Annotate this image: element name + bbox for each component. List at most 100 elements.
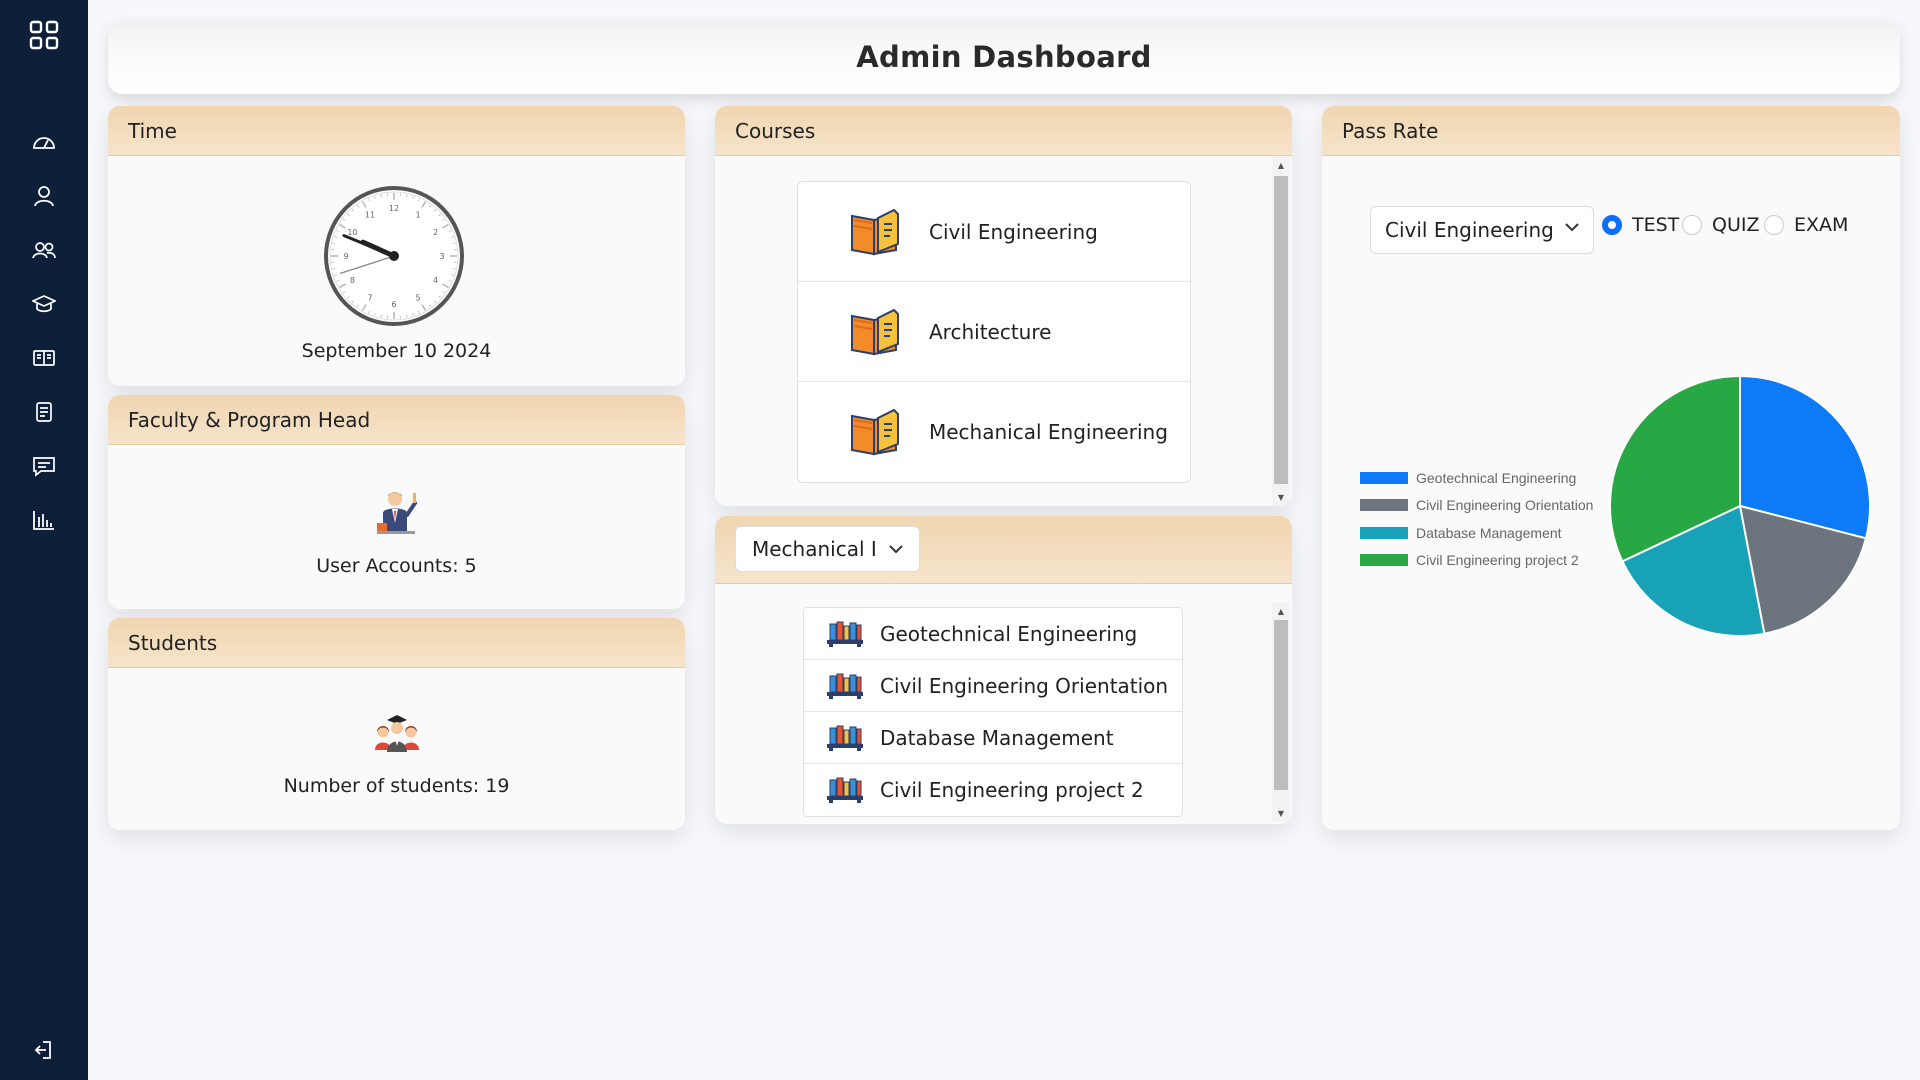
legend-item[interactable]: Civil Engineering project 2: [1360, 547, 1593, 575]
subject-item[interactable]: Civil Engineering Orientation: [804, 660, 1182, 712]
course-item[interactable]: Civil Engineering: [798, 182, 1190, 282]
legend-item[interactable]: Database Management: [1360, 519, 1593, 547]
book-icon: [851, 208, 899, 255]
subject-item[interactable]: Database Management: [804, 712, 1182, 764]
radio-quiz[interactable]: QUIZ: [1682, 214, 1759, 236]
pass-rate-card: Pass Rate Civil Engineering TEST QUIZ EX…: [1322, 106, 1900, 830]
subject-label: Civil Engineering project 2: [880, 778, 1144, 802]
subjects-scrollbar[interactable]: ▲ ▼: [1272, 602, 1290, 822]
course-select-value: Mechanical I: [752, 537, 877, 561]
students-card: Students Number of students: 19: [108, 618, 685, 830]
chevron-down-icon: [889, 544, 903, 553]
svg-text:3: 3: [439, 252, 444, 261]
radio-test[interactable]: TEST: [1602, 214, 1679, 236]
page-header: Admin Dashboard: [108, 20, 1900, 94]
svg-text:6: 6: [391, 300, 396, 309]
sidebar: [0, 0, 88, 1080]
course-label: Mechanical Engineering: [929, 420, 1168, 444]
pass-rate-pie-chart: [1609, 374, 1871, 637]
radio-label: QUIZ: [1712, 214, 1760, 236]
course-item[interactable]: Architecture: [798, 282, 1190, 382]
faculty-card: Faculty & Program Head User Accounts: 5: [108, 395, 685, 609]
legend-swatch: [1360, 471, 1408, 484]
bar-chart-icon[interactable]: [0, 508, 88, 532]
subject-list: Geotechnical Engineering Civil Engineeri…: [803, 607, 1183, 817]
radio-label: EXAM: [1794, 214, 1849, 236]
course-label: Architecture: [929, 319, 1052, 344]
course-label: Civil Engineering: [929, 219, 1098, 244]
subject-label: Civil Engineering Orientation: [880, 673, 1169, 698]
subjects-card: Mechanical I Geotechnical Engineering Ci…: [715, 516, 1292, 824]
faculty-card-title: Faculty & Program Head: [108, 395, 685, 445]
course-item[interactable]: Mechanical Engineering: [798, 382, 1190, 482]
subject-item[interactable]: Geotechnical Engineering: [804, 608, 1182, 660]
time-card-title: Time: [108, 106, 685, 156]
dashboard-gauge-icon[interactable]: [0, 130, 88, 154]
svg-text:1: 1: [415, 210, 420, 219]
students-count: Number of students: 19: [283, 775, 510, 797]
book-open-icon[interactable]: [0, 346, 88, 370]
legend-swatch: [1360, 554, 1408, 567]
chevron-down-icon: [1565, 223, 1579, 232]
courses-scrollbar[interactable]: ▲ ▼: [1272, 156, 1290, 506]
radio-exam[interactable]: EXAM: [1764, 214, 1848, 236]
scroll-down-arrow[interactable]: ▼: [1272, 490, 1290, 504]
svg-text:8: 8: [350, 276, 355, 285]
legend-item[interactable]: Geotechnical Engineering: [1360, 464, 1593, 492]
course-select[interactable]: Mechanical I: [735, 526, 920, 572]
svg-text:9: 9: [343, 252, 348, 261]
radio-label: TEST: [1632, 214, 1680, 236]
svg-text:4: 4: [433, 276, 438, 285]
time-card: Time 1 2 3 4 5 6 7 8 9 10 11 12 September 10 2024: [108, 106, 685, 386]
radio-dot[interactable]: [1602, 215, 1622, 235]
subject-item[interactable]: Civil Engineering project 2: [804, 764, 1182, 816]
pass-rate-select-value: Civil Engineering: [1385, 218, 1554, 242]
radio-dot[interactable]: [1764, 215, 1784, 235]
library-books-icon: [827, 621, 863, 647]
users-icon[interactable]: [0, 238, 88, 262]
book-icon: [851, 308, 899, 355]
document-icon[interactable]: [0, 400, 88, 424]
pass-rate-card-title: Pass Rate: [1322, 106, 1900, 156]
radio-dot[interactable]: [1682, 215, 1702, 235]
subject-label: Geotechnical Engineering: [880, 621, 1138, 646]
svg-text:10: 10: [347, 228, 357, 237]
scroll-down-arrow[interactable]: ▼: [1272, 806, 1290, 820]
scroll-up-arrow[interactable]: ▲: [1272, 158, 1290, 172]
teacher-icon: [376, 492, 417, 534]
page-title: Admin Dashboard: [856, 40, 1152, 74]
subjects-card-header: Mechanical I: [715, 516, 1292, 584]
courses-card-title: Courses: [715, 106, 1292, 156]
chat-icon[interactable]: [0, 454, 88, 478]
scroll-up-arrow[interactable]: ▲: [1272, 604, 1290, 618]
svg-text:11: 11: [365, 210, 375, 219]
svg-text:5: 5: [415, 294, 420, 303]
library-books-icon: [827, 777, 863, 803]
legend-label: Database Management: [1416, 524, 1562, 541]
library-books-icon: [827, 673, 863, 699]
analog-clock: 123456789101112: [324, 186, 464, 326]
user-icon[interactable]: [0, 184, 88, 208]
user-accounts-count: User Accounts: 5: [316, 555, 477, 577]
graduation-cap-icon[interactable]: [0, 292, 88, 316]
legend-swatch: [1360, 499, 1408, 512]
scroll-thumb[interactable]: [1274, 620, 1288, 790]
scroll-thumb[interactable]: [1274, 176, 1288, 484]
legend-swatch: [1360, 526, 1408, 539]
legend-item[interactable]: Civil Engineering Orientation: [1360, 492, 1593, 520]
svg-text:2: 2: [433, 228, 438, 237]
students-group-icon: [374, 715, 419, 752]
course-list: Civil Engineering Architecture Mechanica…: [797, 181, 1191, 483]
legend-label: Civil Engineering Orientation: [1416, 497, 1594, 514]
pass-rate-course-select[interactable]: Civil Engineering: [1370, 206, 1594, 254]
library-books-icon: [827, 725, 863, 751]
logout-icon[interactable]: [0, 1038, 88, 1062]
apps-grid-icon[interactable]: [0, 18, 88, 52]
students-card-title: Students: [108, 618, 685, 668]
svg-text:7: 7: [367, 294, 372, 303]
svg-text:12: 12: [389, 204, 399, 213]
current-date: September 10 2024: [301, 340, 492, 362]
subject-label: Database Management: [880, 725, 1114, 750]
courses-card: Courses Civil Engineering Architecture M…: [715, 106, 1292, 506]
legend-label: Geotechnical Engineering: [1416, 469, 1577, 486]
